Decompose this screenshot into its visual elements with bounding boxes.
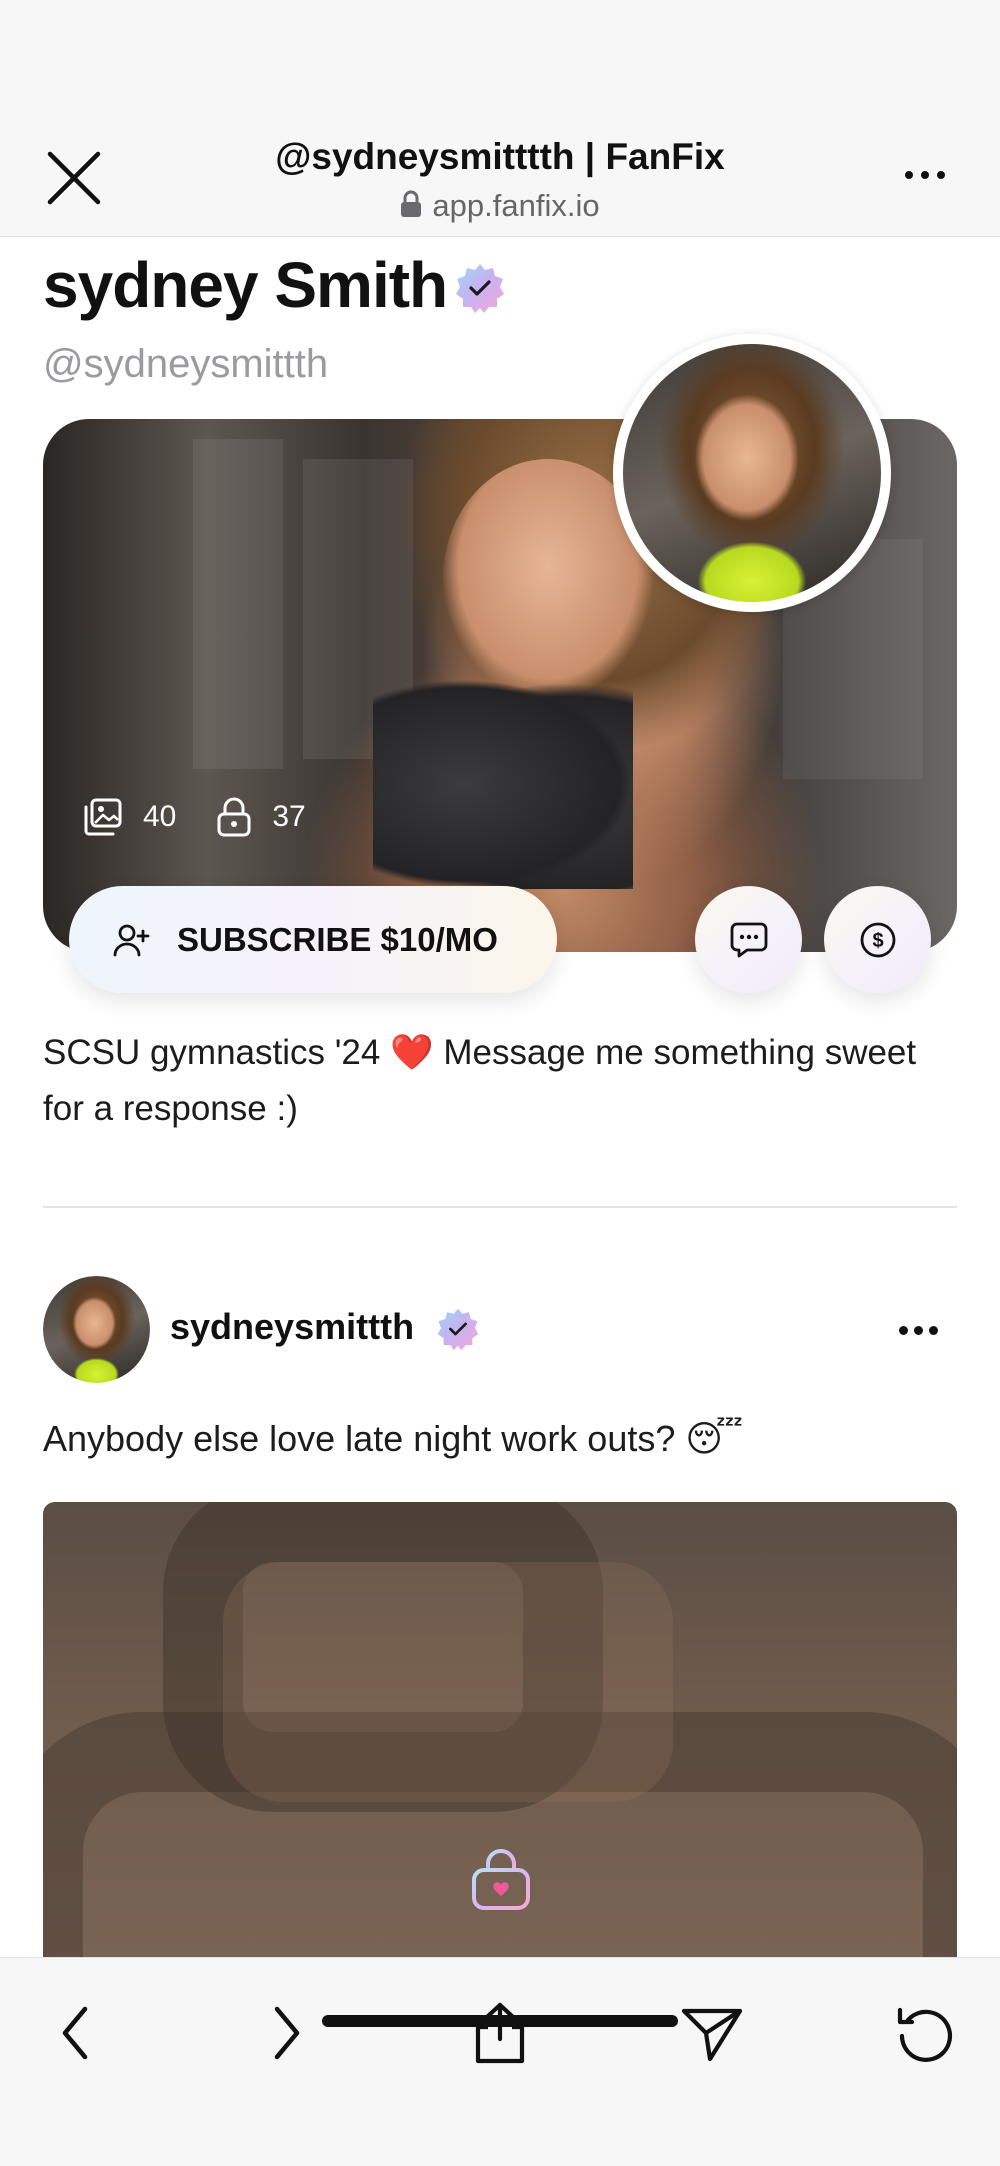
share-icon [475,2002,525,2064]
profile-bio: SCSU gymnastics '24 ❤️ Message me someth… [43,1025,923,1137]
close-icon [47,151,101,205]
home-indicator[interactable] [322,2015,678,2027]
locked-count: 37 [216,797,306,837]
dollar-coin-icon: $ [860,922,895,957]
post-more-button[interactable] [890,1310,946,1350]
fanfix-profile-page: @sydneysmitttth | FanFix app.fanfix.io s… [0,0,1000,2166]
chat-bubble-icon [730,922,767,957]
close-button[interactable] [44,148,104,208]
tip-button[interactable]: $ [824,886,931,993]
back-button[interactable] [40,1998,110,2068]
post-caption: Anybody else love late night work outs? … [43,1418,744,1459]
reload-icon [897,2007,953,2062]
chevron-right-icon [274,2006,300,2060]
locked-count-value: 37 [272,800,306,833]
subscribe-label: SUBSCRIBE $10/MO [177,920,498,958]
cover-stats: 40 37 [83,797,346,837]
image-stack-icon [84,798,122,836]
browser-toolbar [0,1957,1000,2166]
lock-icon [401,190,422,217]
profile-avatar[interactable] [613,334,891,612]
post-author-avatar-image [43,1276,150,1383]
profile-name: sydney Smith [43,249,448,321]
browser-header: @sydneysmitttth | FanFix app.fanfix.io [0,0,1000,237]
svg-text:$: $ [872,930,883,952]
media-count: 40 [83,797,176,837]
heart-emoji: ❤️ [390,1033,434,1072]
post-author-avatar[interactable] [43,1276,150,1383]
verified-badge-icon [437,1308,479,1351]
padlock-icon [217,797,251,837]
chevron-left-icon [62,2006,88,2060]
subscribe-button[interactable]: SUBSCRIBE $10/MO [69,886,557,993]
locked-content-icon [472,1849,530,1910]
forward-button[interactable] [252,1998,322,2068]
locked-post-media[interactable] [43,1502,957,2022]
bio-text-start: SCSU gymnastics '24 [43,1033,391,1072]
message-button[interactable] [695,886,802,993]
send-icon [681,2008,743,2062]
section-divider [43,1206,957,1208]
add-user-icon [113,924,150,956]
send-button[interactable] [677,1998,747,2068]
more-horizontal-icon [905,171,913,179]
browser-page-title: @sydneysmitttth | FanFix [275,136,725,177]
url-text: app.fanfix.io [432,188,600,223]
reload-button[interactable] [890,1998,960,2068]
browser-url[interactable]: app.fanfix.io [200,188,800,224]
media-count-value: 40 [143,800,177,833]
profile-avatar-image [623,344,881,602]
post-author-username[interactable]: sydneysmittth [170,1306,414,1348]
more-horizontal-icon [898,1325,908,1335]
browser-more-button[interactable] [895,150,955,200]
share-button[interactable] [465,1998,535,2068]
profile-handle: @sydneysmittth [43,342,329,386]
verified-badge-icon [456,264,504,313]
